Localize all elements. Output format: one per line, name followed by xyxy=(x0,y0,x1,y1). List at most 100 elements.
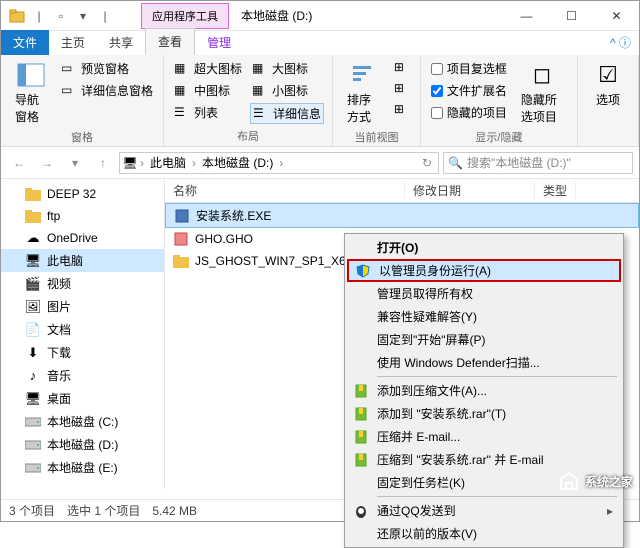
nav-label: 本地磁盘 (D:) xyxy=(47,436,118,453)
ctx-label: 管理员取得所有权 xyxy=(377,285,473,302)
address-bar: ← → ▾ ↑ 🖥 › 此电脑 › 本地磁盘 (D:) › ↻ 🔍 搜索"本地磁… xyxy=(1,147,639,179)
pc-icon: 🖥 xyxy=(25,253,41,269)
tab-file[interactable]: 文件 xyxy=(1,30,49,55)
title-bar: | ▫ ▾ | 应用程序工具 本地磁盘 (D:) — ☐ ✕ xyxy=(1,1,639,31)
options-button[interactable]: ☑ 选项 xyxy=(586,59,630,110)
nav-item-此电脑[interactable]: 🖥此电脑 xyxy=(1,249,164,272)
ctx-label: 以管理员身份运行(A) xyxy=(379,262,491,279)
exe-icon xyxy=(174,208,190,224)
ribbon-tabs: 文件 主页 共享 查看 管理 ^ ⓘ xyxy=(1,31,639,55)
up-button[interactable]: ↑ xyxy=(91,151,115,175)
ctx-item[interactable]: 压缩并 E-mail... xyxy=(347,425,621,448)
showhide-group-label: 显示/隐藏 xyxy=(429,127,569,145)
nav-item-DEEP 32[interactable]: DEEP 32 xyxy=(1,183,164,205)
back-button[interactable]: ← xyxy=(7,151,31,175)
file-name: GHO.GHO xyxy=(195,232,253,246)
breadcrumb[interactable]: 🖥 › 此电脑 › 本地磁盘 (D:) › ↻ xyxy=(119,152,439,174)
col-name[interactable]: 名称 xyxy=(165,182,405,199)
watermark: 系统之家 xyxy=(557,469,633,493)
status-selected: 选中 1 个项目 xyxy=(67,502,140,519)
nav-pane-icon xyxy=(15,61,47,89)
nav-item-桌面[interactable]: 🖥桌面 xyxy=(1,387,164,410)
group-by[interactable]: ⊞ xyxy=(392,59,412,77)
history-dropdown[interactable]: ▾ xyxy=(63,151,87,175)
context-menu: 打开(O) 以管理员身份运行(A) 管理员取得所有权兼容性疑难解答(Y) 固定到"开始… xyxy=(344,233,624,548)
hide-icon: ◻ xyxy=(526,61,558,89)
ribbon: 导航窗格 ▭预览窗格 ▭详细信息窗格 窗格 ▦超大图标 ▦中图标 ☰列表 ▦大图… xyxy=(1,55,639,147)
ctx-item[interactable]: 兼容性疑难解答(Y) xyxy=(347,305,621,328)
view-xl[interactable]: ▦超大图标 xyxy=(172,59,244,78)
nav-item-ftp[interactable]: ftp xyxy=(1,205,164,227)
ctx-item[interactable]: 打开(O) xyxy=(347,236,621,259)
qat-dropdown-icon[interactable]: ▾ xyxy=(75,8,91,24)
col-date[interactable]: 修改日期 xyxy=(405,182,535,199)
properties-icon[interactable]: ▫ xyxy=(53,8,69,24)
nav-item-文档[interactable]: 📄文档 xyxy=(1,318,164,341)
hide-selected-button[interactable]: ◻ 隐藏所选项目 xyxy=(515,59,569,127)
rar-icon xyxy=(353,452,369,468)
nav-item-视频[interactable]: 🎬视频 xyxy=(1,272,164,295)
nav-label: 音乐 xyxy=(47,367,71,384)
close-button[interactable]: ✕ xyxy=(594,1,639,31)
view-l[interactable]: ▦大图标 xyxy=(250,59,324,78)
ctx-item[interactable]: 固定到"开始"屏幕(P) xyxy=(347,328,621,351)
nav-label: ftp xyxy=(47,209,60,223)
nav-item-音乐[interactable]: ♪音乐 xyxy=(1,364,164,387)
tab-share[interactable]: 共享 xyxy=(97,30,145,55)
bc-pc[interactable]: 此电脑 xyxy=(146,154,190,171)
size-cols[interactable]: ⊞ xyxy=(392,101,412,119)
sort-icon xyxy=(347,61,379,89)
forward-button[interactable]: → xyxy=(35,151,59,175)
search-input[interactable]: 🔍 搜索"本地磁盘 (D:)" xyxy=(443,152,633,174)
ctx-item[interactable]: 以管理员身份运行(A) xyxy=(347,259,621,282)
minimize-button[interactable]: — xyxy=(504,1,549,31)
col-type[interactable]: 类型 xyxy=(535,182,576,199)
ctx-item[interactable]: 使用 Windows Defender扫描... xyxy=(347,351,621,374)
nav-item-下载[interactable]: ⬇下载 xyxy=(1,341,164,364)
drive-icon xyxy=(25,414,41,430)
help-icon[interactable]: ^ ⓘ xyxy=(602,30,639,55)
ctx-item[interactable]: 管理员取得所有权 xyxy=(347,282,621,305)
view-s[interactable]: ▦小图标 xyxy=(250,81,324,100)
options-icon: ☑ xyxy=(592,61,624,89)
desk-icon: 🖥 xyxy=(25,391,41,407)
nav-item-本地磁盘 (E:)[interactable]: 本地磁盘 (E:) xyxy=(1,456,164,479)
dl-icon: ⬇ xyxy=(25,345,41,361)
nav-item-本地磁盘 (C:)[interactable]: 本地磁盘 (C:) xyxy=(1,410,164,433)
nav-item-OneDrive[interactable]: ☁OneDrive xyxy=(1,227,164,249)
status-count: 3 个项目 xyxy=(9,502,55,519)
ctx-item[interactable]: 压缩到 "安装系统.rar" 并 E-mail xyxy=(347,448,621,471)
tab-home[interactable]: 主页 xyxy=(49,30,97,55)
view-details[interactable]: ☰详细信息 xyxy=(250,103,324,124)
file-row[interactable]: 安装系统.EXE xyxy=(165,203,639,228)
shield-icon xyxy=(355,263,371,279)
add-cols[interactable]: ⊞ xyxy=(392,80,412,98)
preview-pane-icon: ▭ xyxy=(61,61,77,77)
view-list[interactable]: ☰列表 xyxy=(172,103,244,122)
ctx-item[interactable]: 添加到 "安装系统.rar"(T) xyxy=(347,402,621,425)
tab-view[interactable]: 查看 xyxy=(145,28,195,55)
ctx-label: 固定到"开始"屏幕(P) xyxy=(377,331,486,348)
ctx-item[interactable]: 添加到压缩文件(A)... xyxy=(347,379,621,402)
video-icon: 🎬 xyxy=(25,276,41,292)
bc-drive[interactable]: 本地磁盘 (D:) xyxy=(198,154,277,171)
details-pane-button[interactable]: ▭详细信息窗格 xyxy=(59,81,155,100)
gho-icon xyxy=(173,231,189,247)
tab-manage[interactable]: 管理 xyxy=(195,30,243,55)
nav-item-图片[interactable]: 🖼图片 xyxy=(1,295,164,318)
refresh-icon[interactable]: ↻ xyxy=(418,156,436,170)
nav-pane-button[interactable]: 导航窗格 xyxy=(9,59,53,127)
maximize-button[interactable]: ☐ xyxy=(549,1,594,31)
sort-button[interactable]: 排序方式 xyxy=(341,59,386,127)
ctx-item[interactable]: 通过QQ发送到▸ xyxy=(347,499,621,522)
ctx-item[interactable]: 还原以前的版本(V) xyxy=(347,522,621,545)
chk-hidden[interactable]: 隐藏的项目 xyxy=(429,103,509,122)
layout-group-label: 布局 xyxy=(172,126,324,144)
view-m[interactable]: ▦中图标 xyxy=(172,81,244,100)
chk-extensions[interactable]: 文件扩展名 xyxy=(429,81,509,100)
folder-icon xyxy=(173,253,189,269)
nav-tree[interactable]: DEEP 32 ftp ☁OneDrive🖥此电脑🎬视频🖼图片📄文档⬇下载♪音乐🖥桌… xyxy=(1,179,165,489)
nav-item-本地磁盘 (D:)[interactable]: 本地磁盘 (D:) xyxy=(1,433,164,456)
chk-item-checkboxes[interactable]: 项目复选框 xyxy=(429,59,509,78)
preview-pane-button[interactable]: ▭预览窗格 xyxy=(59,59,155,78)
